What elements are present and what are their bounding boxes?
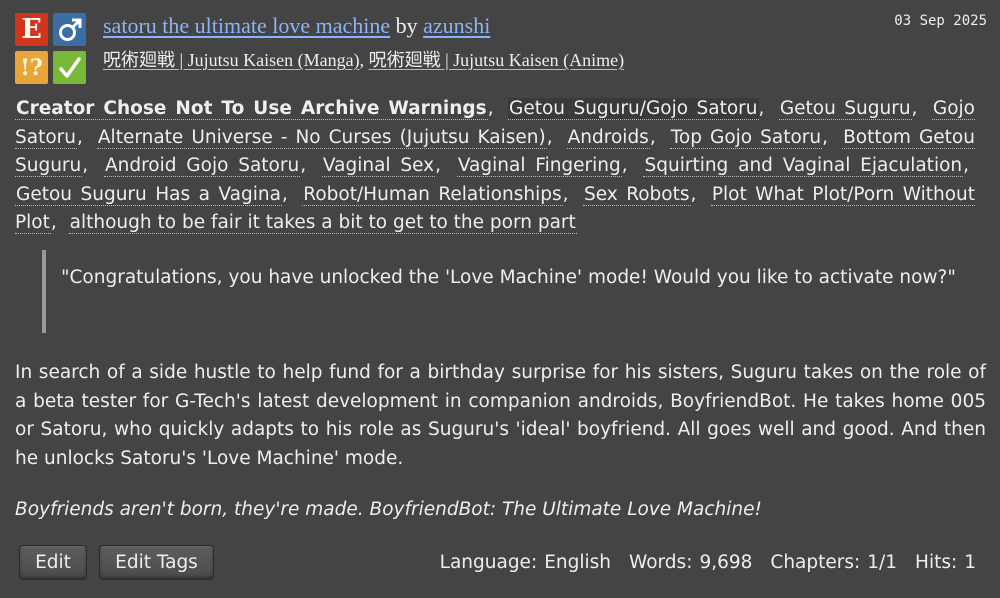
hits-value: 1 [964,552,976,573]
fandoms: 呪術廻戦 | Jujutsu Kaisen (Manga), 呪術廻戦 | Ju… [103,50,625,70]
tag-relationship[interactable]: Getou Suguru/Gojo Satoru [508,98,759,120]
work-heading: satoru the ultimate love machine by azun… [103,12,490,40]
category-mm-icon[interactable] [53,13,86,46]
author-link[interactable]: azunshi [423,13,490,38]
tag-freeform[interactable]: Getou Suguru Has a Vagina [15,183,282,206]
publish-date: 03 Sep 2025 [894,13,987,29]
complete-work-icon[interactable] [53,51,86,84]
tag-freeform[interactable]: Androids [566,126,650,149]
by-label: by [395,13,418,38]
tag-freeform[interactable]: Sex Robots [582,183,691,206]
tag-freeform[interactable]: Android Gojo Satoru [103,155,301,177]
summary-quote: "Congratulations, you have unlocked the … [42,250,972,333]
tag-freeform[interactable]: Vaginal Sex [321,155,436,177]
tag-freeform[interactable]: Vaginal Fingering [456,155,622,177]
words-value: 9,698 [699,552,753,573]
tag-warning[interactable]: Creator Chose Not To Use Archive Warning… [15,98,488,120]
tag-freeform[interactable]: although to be fair it takes a bit to ge… [68,212,577,234]
work-stats: Language: English Words: 9,698 Chapters: 1/1 H… [440,549,976,577]
quote-text: "Congratulations, you have unlocked the … [61,267,956,288]
tag-freeform[interactable]: Top Gojo Satoru [669,126,823,149]
summary-text: In search of a side hustle to help fund … [15,362,986,469]
chapters-value: 1/1 [867,552,898,573]
tag-freeform[interactable]: Alternate Universe - No Curses (Jujutsu … [96,126,547,149]
rating-explicit-icon[interactable]: E [15,13,48,46]
edit-button[interactable]: Edit [19,545,87,580]
work-blurb: E !? satoru the ultimate love machine by… [0,0,1000,598]
tag-freeform[interactable]: Robot/Human Relationships [302,183,563,206]
summary-tagline: Boyfriends aren't born, they're made. Bo… [15,499,762,520]
tag-character[interactable]: Getou Suguru [778,98,912,120]
tag-list: Creator Chose Not To Use Archive Warning… [15,98,976,234]
language-label: Language: [439,552,538,573]
language-value: English [544,552,611,573]
words-label: Words: [629,552,693,573]
male-symbol-icon [58,18,81,41]
hits-label: Hits: [915,552,958,573]
warning-choose-not-icon[interactable]: !? [15,51,48,84]
required-tags: E !? [15,13,87,85]
edit-tags-button[interactable]: Edit Tags [99,545,214,580]
fandom-link[interactable]: 呪術廻戦 | Jujutsu Kaisen (Anime) [369,50,625,70]
checkmark-icon [58,56,81,78]
fandom-link[interactable]: 呪術廻戦 | Jujutsu Kaisen (Manga) [103,50,360,70]
work-title-link[interactable]: satoru the ultimate love machine [103,13,390,38]
chapters-label: Chapters: [770,552,861,573]
tag-freeform[interactable]: Squirting and Vaginal Ejaculation [643,155,964,177]
